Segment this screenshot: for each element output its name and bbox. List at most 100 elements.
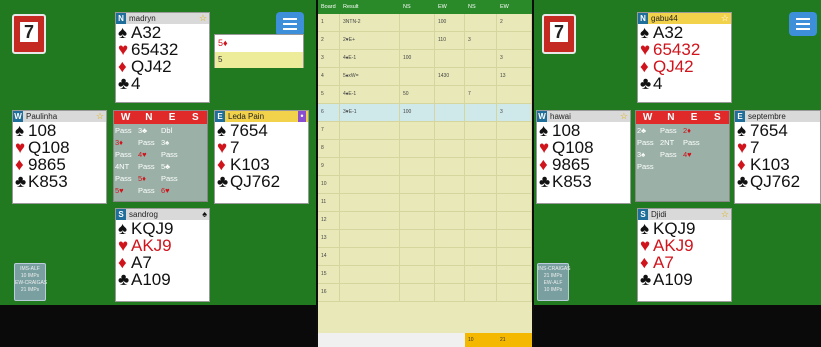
cell-ew: 110 (435, 32, 465, 49)
diamonds-row: ♦ 9865 (13, 156, 106, 173)
table-row[interactable]: 15 (318, 266, 532, 284)
player-header: Ngabu44 ☆ (638, 13, 731, 24)
call: 3♠ (161, 138, 170, 147)
hearts-row: ♥ AKJ9 (638, 237, 731, 254)
bid-entry-level[interactable]: 5 (215, 52, 303, 68)
heart-icon: ♥ (640, 40, 651, 59)
player-name: madryn (129, 14, 156, 23)
call: 2NT (660, 138, 675, 147)
cell-board: 13 (318, 230, 340, 247)
cell-result (340, 122, 400, 139)
call: 5♦ (138, 174, 146, 183)
cell-result: 4♠E-1 (340, 86, 400, 103)
cell-result (340, 248, 400, 265)
bid-entry-value[interactable]: 5♦ (215, 35, 303, 52)
diamond-icon: ♦ (737, 155, 746, 174)
menu-button[interactable] (789, 12, 817, 36)
call: Pass (161, 174, 178, 183)
call: Pass (115, 126, 132, 135)
table-row[interactable]: 14 (318, 248, 532, 266)
call: Pass (683, 138, 700, 147)
table-row[interactable]: 16 (318, 284, 532, 302)
clubs-cards: 4 (131, 74, 141, 93)
call: Pass (138, 162, 155, 171)
diamonds-row: ♦ QJ42 (638, 58, 731, 75)
club-icon: ♣ (217, 172, 229, 191)
cell-ew (435, 230, 465, 247)
table-row[interactable]: 13 (318, 230, 532, 248)
call: Pass (138, 186, 155, 195)
club-icon: ♣ (118, 270, 130, 289)
call: Pass (660, 126, 677, 135)
table-footer: 10 21 (318, 333, 532, 347)
cell-ew (435, 266, 465, 283)
call: 4♥ (683, 150, 692, 159)
cell-ns-imps (465, 230, 497, 247)
heart-icon: ♥ (539, 138, 550, 157)
spade-icon: ♠ (539, 121, 549, 140)
diamond-icon: ♦ (15, 155, 24, 174)
table-row[interactable]: 2 2♥E+ 110 3 (318, 32, 532, 50)
score-summary: INS-CRAIGAS 21 IMPs EW-ALF 10 IMPs (537, 263, 571, 301)
cell-ns (400, 248, 435, 265)
table-row[interactable]: 11 (318, 194, 532, 212)
cell-result (340, 284, 400, 301)
cell-board: 11 (318, 194, 340, 211)
bid-entry-panel[interactable]: 5♦ 5 (214, 34, 304, 68)
club-icon: ♣ (640, 270, 652, 289)
total-ns: 10 (465, 333, 497, 347)
hand-north: Ngabu44 ☆ ♠ A32 ♥ 65432 ♦ QJ42 ♣ 4 (637, 12, 732, 103)
heart-icon: ♥ (217, 138, 228, 157)
cell-result (340, 230, 400, 247)
clubs-row: ♣ 4 (116, 75, 209, 92)
hearts-row: ♥ 65432 (116, 41, 209, 58)
player-header: E Leda Pain • (215, 111, 308, 122)
table-row[interactable]: 6 3♥E-1 100 3 (318, 104, 532, 122)
dir-north: N (667, 112, 675, 123)
cell-ew-imps (497, 212, 532, 229)
menu-button[interactable] (276, 12, 304, 36)
table-row[interactable]: 3 4♠E-1 100 3 (318, 50, 532, 68)
call: 6♥ (161, 186, 170, 195)
cell-board: 16 (318, 284, 340, 301)
spades-row: ♠ 7654 (215, 122, 308, 139)
cell-ew (435, 176, 465, 193)
cell-ns-imps (465, 194, 497, 211)
cell-board: 10 (318, 176, 340, 193)
hearts-row: ♥ Q108 (13, 139, 106, 156)
board-number-badge: 7 (542, 14, 576, 54)
menu-icon-line (796, 23, 810, 25)
cell-result (340, 140, 400, 157)
hearts-row: ♥ 65432 (638, 41, 731, 58)
diamond-icon: ♦ (640, 253, 649, 272)
cell-ns (400, 14, 435, 31)
clubs-cards: QJ762 (750, 172, 801, 191)
call: Pass (161, 150, 178, 159)
call: Pass (138, 138, 155, 147)
table-row[interactable]: 4 5♠xW= 1430 13 (318, 68, 532, 86)
diamonds-row: ♦ A7 (116, 254, 209, 271)
cell-ns (400, 212, 435, 229)
table-row[interactable]: 7 (318, 122, 532, 140)
player-name: hawai (550, 112, 571, 121)
table-row[interactable]: 8 (318, 140, 532, 158)
table-row[interactable]: 9 (318, 158, 532, 176)
diamond-icon: ♦ (640, 57, 649, 76)
cell-result: 3♥E-1 (340, 104, 400, 121)
table-row[interactable]: 12 (318, 212, 532, 230)
cell-ns-imps: 3 (465, 32, 497, 49)
menu-icon-line (796, 28, 810, 30)
clubs-row: ♣ A109 (638, 271, 731, 288)
clubs-row: ♣ K853 (13, 173, 106, 190)
diamonds-row: ♦ K103 (735, 156, 820, 173)
cell-result (340, 176, 400, 193)
score-line: EW-CRAIGAS (15, 280, 48, 286)
table-row[interactable]: 5 4♠E-1 50 7 (318, 86, 532, 104)
clubs-row: ♣ QJ762 (735, 173, 820, 190)
cell-result: 3NTN-2 (340, 14, 400, 31)
score-line: 10 IMPs (543, 287, 563, 293)
table-row[interactable]: 10 (318, 176, 532, 194)
spade-icon: ♠ (640, 219, 650, 238)
table-row[interactable]: 1 3NTN-2 100 2 (318, 14, 532, 32)
board-number: 7 (550, 22, 568, 42)
